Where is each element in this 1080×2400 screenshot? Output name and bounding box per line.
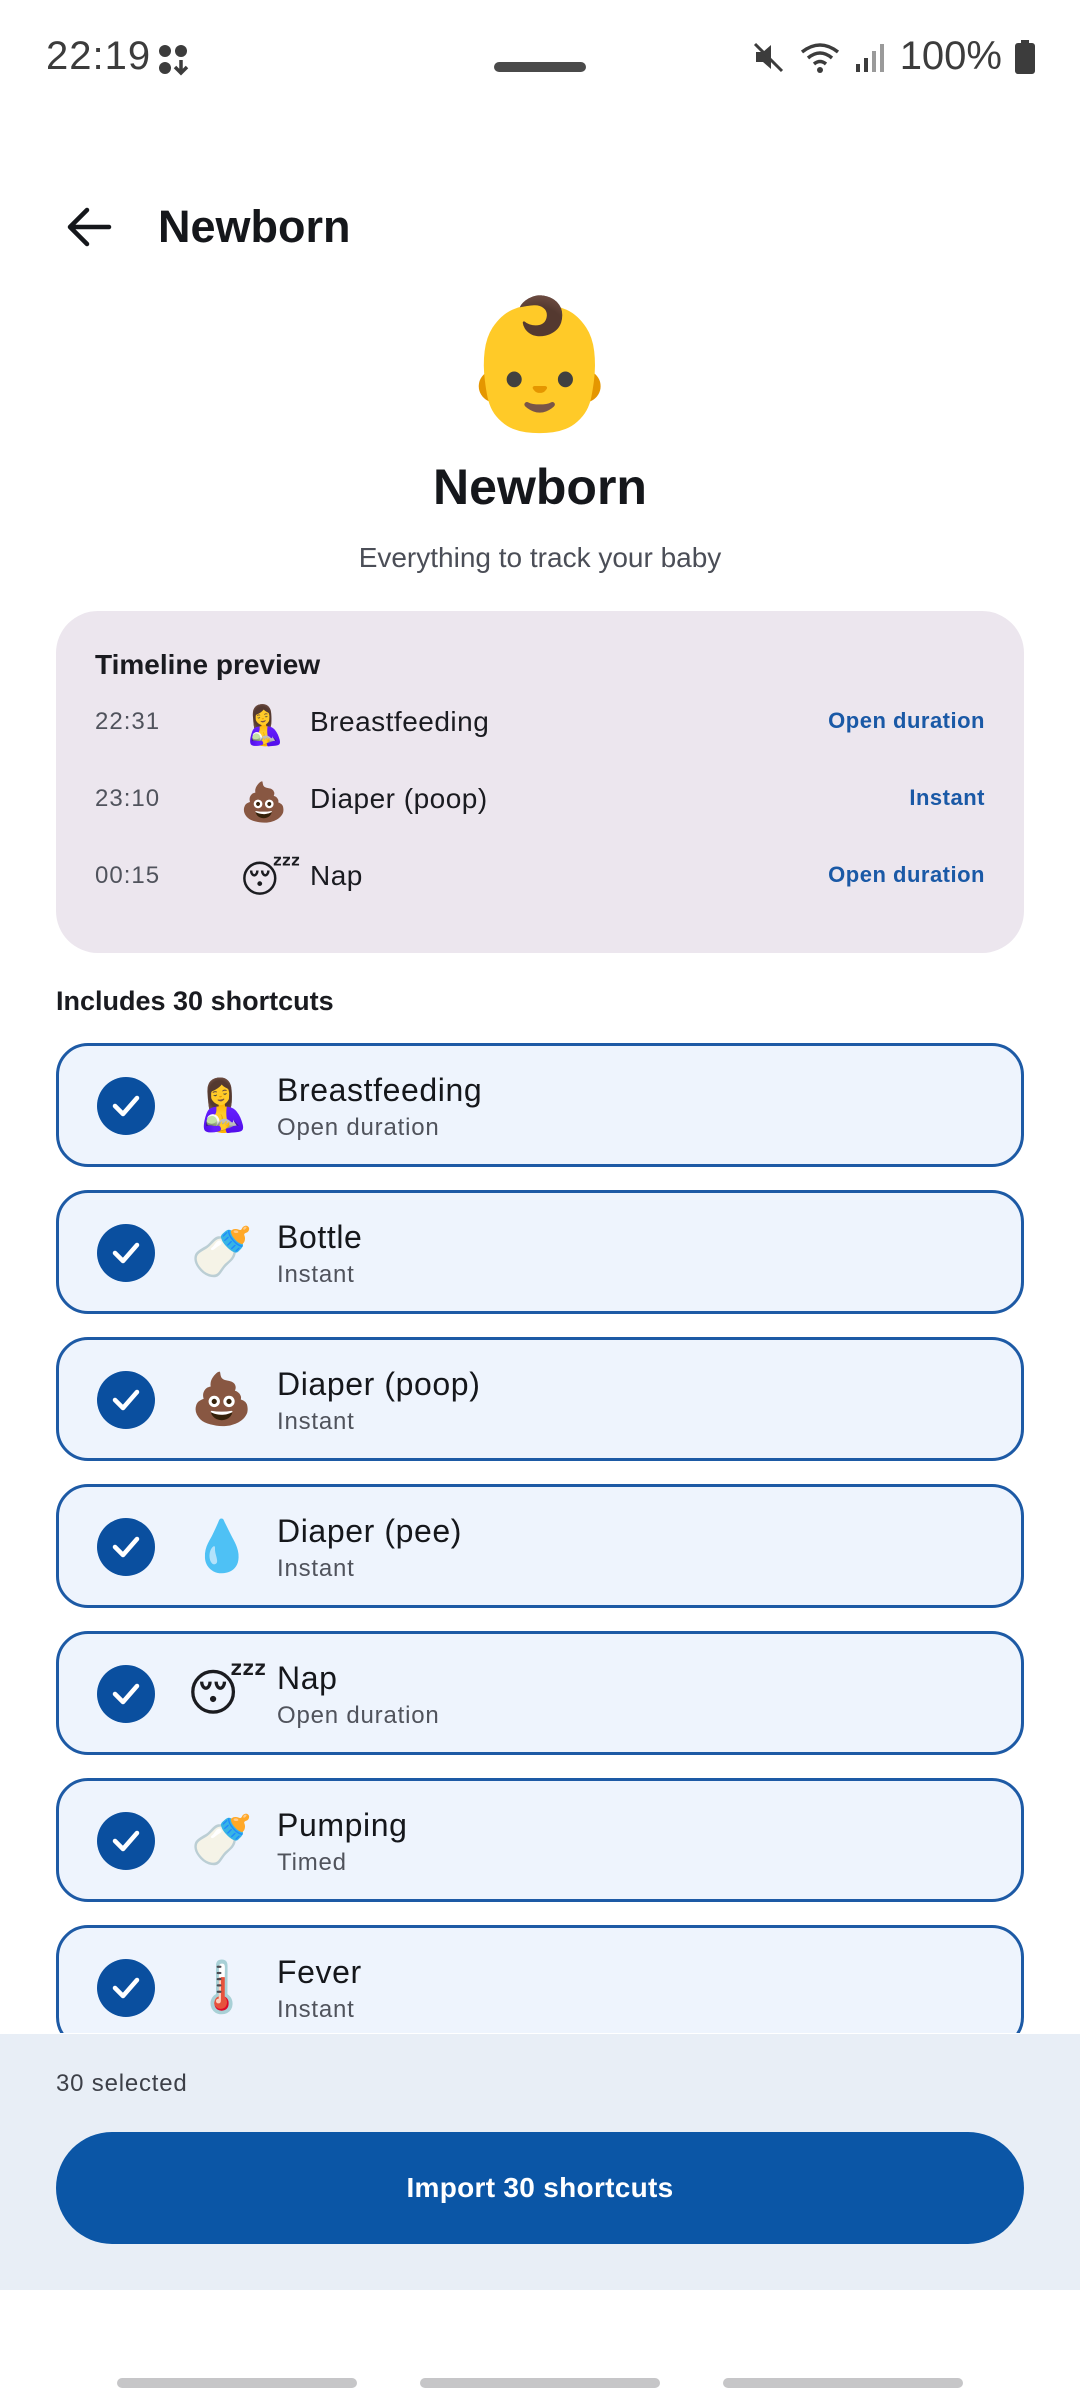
- shortcut-item-bottle[interactable]: 🍼 Bottle Instant: [56, 1190, 1024, 1314]
- timeline-label: Nap: [310, 860, 363, 891]
- baby-face-icon: 👶: [460, 293, 620, 436]
- shortcut-type: Instant: [277, 1555, 355, 1582]
- shortcut-name: Pumping: [277, 1807, 408, 1843]
- timeline-time: 23:10: [95, 785, 161, 812]
- timeline-preview-title: Timeline preview: [95, 649, 321, 680]
- shortcut-item-diaper-pee[interactable]: 💧 Diaper (pee) Instant: [56, 1484, 1024, 1608]
- check-icon[interactable]: [97, 1077, 155, 1135]
- timeline-badge: Instant: [909, 785, 985, 810]
- breastfeeding-icon: 🤱: [190, 1077, 254, 1133]
- poop-icon: 💩: [190, 1371, 254, 1427]
- check-icon[interactable]: [97, 1518, 155, 1576]
- shortcut-type: Open duration: [277, 1702, 440, 1729]
- timeline-row: 22:31 🤱 Breastfeeding Open duration: [56, 690, 1024, 760]
- shortcut-name: Nap: [277, 1660, 338, 1696]
- battery-icon: [1015, 39, 1035, 74]
- sleeping-face-icon: 😴: [240, 859, 301, 901]
- bottom-action-bar: 30 selected Import 30 shortcuts: [0, 2034, 1080, 2290]
- shortcut-name: Bottle: [277, 1219, 363, 1255]
- baby-bottle-icon: 🍼: [190, 1224, 254, 1280]
- shortcut-item-pumping[interactable]: 🍼 Pumping Timed: [56, 1778, 1024, 1902]
- droplet-icon: 💧: [190, 1518, 254, 1574]
- check-icon[interactable]: [97, 1665, 155, 1723]
- shortcut-item-diaper-poop[interactable]: 💩 Diaper (poop) Instant: [56, 1337, 1024, 1461]
- breastfeeding-icon: 🤱: [240, 705, 288, 747]
- shortcut-name: Fever: [277, 1954, 362, 1990]
- shortcut-type: Instant: [277, 1261, 355, 1288]
- check-icon[interactable]: [97, 1224, 155, 1282]
- arrow-back-icon: [67, 207, 112, 247]
- nav-handle-right[interactable]: [723, 2378, 963, 2388]
- screen: 22:19 100% Newborn 👶 Newborn Everything …: [0, 0, 1080, 2400]
- shortcut-item-fever[interactable]: 🌡️ Fever Instant: [56, 1925, 1024, 2033]
- check-icon[interactable]: [97, 1371, 155, 1429]
- page-title: Newborn: [158, 201, 351, 252]
- shortcut-list[interactable]: 🤱 Breastfeeding Open duration 🍼 Bottle I…: [56, 1043, 1024, 2033]
- timeline-row: 23:10 💩 Diaper (poop) Instant: [56, 767, 1024, 837]
- timeline-preview-card: Timeline preview 22:31 🤱 Breastfeeding O…: [56, 611, 1024, 953]
- shortcut-type: Instant: [277, 1408, 355, 1435]
- battery-percent: 100%: [899, 34, 1002, 78]
- status-icons: 100%: [752, 34, 1036, 79]
- shortcut-type: Instant: [277, 1996, 355, 2023]
- shortcut-name: Diaper (pee): [277, 1513, 463, 1549]
- timeline-badge: Open duration: [828, 708, 985, 733]
- check-icon[interactable]: [97, 1812, 155, 1870]
- nav-handle-center[interactable]: [420, 2378, 660, 2388]
- shortcut-item-breastfeeding[interactable]: 🤱 Breastfeeding Open duration: [56, 1043, 1024, 1167]
- shortcut-name: Breastfeeding: [277, 1072, 483, 1108]
- timeline-label: Breastfeeding: [310, 706, 490, 737]
- timeline-time: 00:15: [95, 862, 161, 889]
- poop-icon: 💩: [240, 782, 288, 824]
- import-button[interactable]: Import 30 shortcuts: [56, 2132, 1024, 2244]
- thermometer-icon: 🌡️: [190, 1959, 254, 2015]
- check-icon[interactable]: [97, 1959, 155, 2017]
- shortcut-name: Diaper (poop): [277, 1366, 481, 1402]
- notification-dots-icon: [159, 45, 189, 76]
- status-time: 22:19: [46, 34, 152, 78]
- shortcut-type: Open duration: [277, 1114, 440, 1141]
- timeline-time: 22:31: [95, 708, 161, 735]
- baby-bottle-icon: 🍼: [190, 1812, 254, 1868]
- back-button[interactable]: [46, 184, 132, 270]
- top-app-bar: Newborn: [0, 170, 1080, 260]
- shortcut-item-nap[interactable]: 😴 Nap Open duration: [56, 1631, 1024, 1755]
- mute-icon: [753, 42, 783, 72]
- nav-handle-left[interactable]: [117, 2378, 357, 2388]
- pack-title: Newborn: [433, 459, 647, 515]
- navigation-bar: [0, 2290, 1080, 2400]
- timeline-row: 00:15 😴 Nap Open duration: [56, 844, 1024, 914]
- shortcut-type: Timed: [277, 1849, 347, 1876]
- status-bar: 22:19 100%: [0, 0, 1080, 120]
- cell-signal-icon: [855, 43, 884, 72]
- wifi-icon: [800, 42, 839, 73]
- sleeping-face-icon: 😴: [187, 1665, 268, 1721]
- camera-notch: [494, 62, 586, 72]
- timeline-badge: Open duration: [828, 862, 985, 887]
- selected-count: 30 selected: [56, 2070, 188, 2097]
- pack-subtitle: Everything to track your baby: [358, 542, 722, 573]
- timeline-label: Diaper (poop): [310, 783, 488, 814]
- includes-heading: Includes 30 shortcuts: [56, 986, 334, 1016]
